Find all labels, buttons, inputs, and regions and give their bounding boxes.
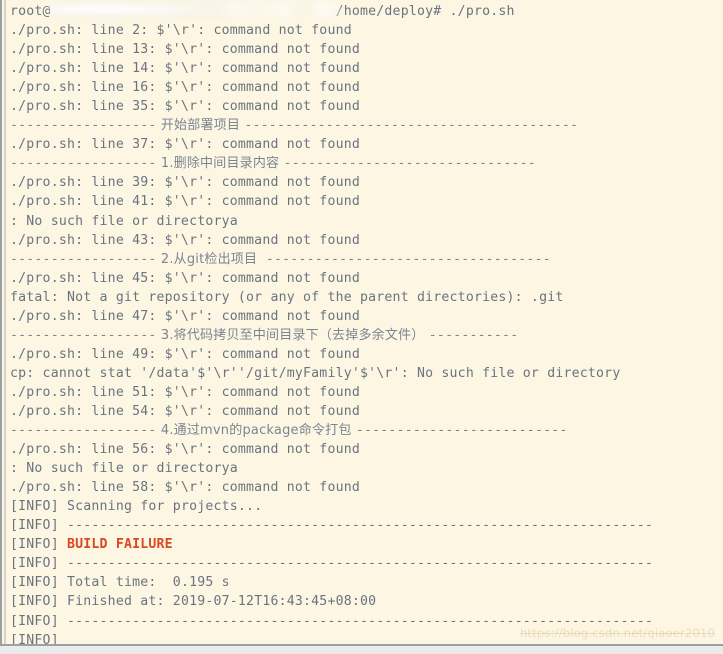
- maven-info-text: Total time: 0.195 s: [66, 575, 230, 591]
- shell-message-text: ./pro.sh: line 13: $'\r': command not fo…: [10, 42, 361, 58]
- separator-label: 2.从git检出项目: [156, 251, 266, 267]
- terminal-line-mvn-rule-1: [INFO] ---------------------------------…: [10, 516, 723, 535]
- terminal-window[interactable]: root@ /home/deploy# ./pro.sh ./pro.sh: li…: [0, 0, 723, 646]
- terminal-line-line-cp-fail: cp: cannot stat '/data'$'\r''/git/myFami…: [10, 364, 723, 383]
- terminal-line-mvn-status: [INFO] BUILD FAILURE: [10, 535, 723, 554]
- terminal-line-line-err-2: ./pro.sh: line 2: $'\r': command not fou…: [10, 21, 723, 40]
- terminal-line-mvn-tail: [INFO]: [10, 631, 723, 646]
- shell-message-text: ./pro.sh: line 37: $'\r': command not fo…: [10, 137, 361, 153]
- shell-message-text: ./pro.sh: line 43: $'\r': command not fo…: [10, 232, 361, 248]
- terminal-line-line-err-37: ./pro.sh: line 37: $'\r': command not fo…: [10, 135, 723, 154]
- maven-info-tag: [INFO]: [10, 499, 67, 515]
- terminal-line-line-err-49: ./pro.sh: line 49: $'\r': command not fo…: [10, 345, 723, 364]
- terminal-line-sep-deploy: ------------------ 开始部署项目 --------------…: [10, 116, 723, 135]
- terminal-line-line-git-fatal: fatal: Not a git repository (or any of t…: [10, 288, 723, 307]
- maven-info-text: ----------------------------------------…: [66, 613, 654, 629]
- separator-dashes-left: ------------------: [10, 251, 157, 267]
- maven-info-tag: [INFO]: [10, 518, 67, 534]
- terminal-line-mvn-finished-at: [INFO] Finished at: 2019-07-12T16:43:45+…: [10, 592, 723, 611]
- maven-info-tag: [INFO]: [10, 575, 67, 591]
- maven-info-tag: [INFO]: [10, 613, 67, 629]
- shell-message-text: : No such file or directorya: [10, 461, 238, 477]
- separator-dashes-right: -----------------------------------: [265, 251, 551, 267]
- shell-message-text: fatal: Not a git repository (or any of t…: [10, 289, 564, 305]
- terminal-line-line-err-35: ./pro.sh: line 35: $'\r': command not fo…: [10, 97, 723, 116]
- terminal-line-line-err-51: ./pro.sh: line 51: $'\r': command not fo…: [10, 383, 723, 402]
- terminal-line-line-err-41: ./pro.sh: line 41: $'\r': command not fo…: [10, 192, 723, 211]
- maven-info-tag: [INFO]: [10, 556, 67, 572]
- terminal-line-sep-step-2: ------------------ 2.从git检出项目 ----------…: [10, 250, 723, 269]
- shell-message-text: cp: cannot stat '/data'$'\r''/git/myFami…: [10, 365, 621, 381]
- separator-dashes-left: ------------------: [10, 423, 157, 439]
- terminal-line-line-nosuch-1: : No such file or directorya: [10, 212, 723, 231]
- terminal-line-sep-step-1: ------------------ 1.删除中间目录内容 ----------…: [10, 154, 723, 173]
- terminal-line-mvn-total-time: [INFO] Total time: 0.195 s: [10, 573, 723, 592]
- separator-label: 开始部署项目: [156, 118, 245, 134]
- terminal-line-line-prompt: root@ /home/deploy# ./pro.sh: [10, 2, 723, 21]
- build-status-text: BUILD FAILURE: [66, 537, 173, 553]
- separator-dashes-right: ----------------------------------------…: [244, 118, 579, 134]
- maven-info-tag: [INFO]: [10, 594, 67, 610]
- maven-info-text: Finished at: 2019-07-12T16:43:45+08:00: [66, 594, 377, 610]
- terminal-line-line-err-14: ./pro.sh: line 14: $'\r': command not fo…: [10, 59, 723, 78]
- separator-dashes-left: ------------------: [10, 118, 157, 134]
- shell-message-text: ./pro.sh: line 49: $'\r': command not fo…: [10, 346, 361, 362]
- terminal-line-line-err-47: ./pro.sh: line 47: $'\r': command not fo…: [10, 307, 723, 326]
- maven-info-text: Scanning for projects...: [66, 499, 263, 515]
- shell-message-text: ./pro.sh: line 2: $'\r': command not fou…: [10, 23, 352, 39]
- separator-label: 4.通过mvn的package命令打包: [156, 423, 356, 439]
- terminal-line-line-err-58: ./pro.sh: line 58: $'\r': command not fo…: [10, 478, 723, 497]
- shell-message-text: ./pro.sh: line 39: $'\r': command not fo…: [10, 175, 361, 191]
- terminal-line-mvn-rule-3: [INFO] ---------------------------------…: [10, 612, 723, 631]
- terminal-line-line-err-39: ./pro.sh: line 39: $'\r': command not fo…: [10, 173, 723, 192]
- terminal-line-line-nosuch-2: : No such file or directorya: [10, 459, 723, 478]
- shell-message-text: ./pro.sh: line 14: $'\r': command not fo…: [10, 61, 361, 77]
- shell-message-text: ./pro.sh: line 35: $'\r': command not fo…: [10, 99, 361, 115]
- terminal-line-line-err-56: ./pro.sh: line 56: $'\r': command not fo…: [10, 440, 723, 459]
- shell-message-text: ./pro.sh: line 45: $'\r': command not fo…: [10, 270, 361, 286]
- shell-message-text: ./pro.sh: line 47: $'\r': command not fo…: [10, 308, 361, 324]
- terminal-output[interactable]: root@ /home/deploy# ./pro.sh ./pro.sh: li…: [2, 0, 723, 646]
- maven-info-tag: [INFO]: [10, 537, 67, 553]
- separator-dashes-right: --------------------------: [355, 423, 568, 439]
- shell-message-text: ./pro.sh: line 41: $'\r': command not fo…: [10, 194, 361, 210]
- separator-label: 3.将代码拷贝至中间目录下（去掉多余文件）: [156, 327, 429, 343]
- terminal-line-line-err-54: ./pro.sh: line 54: $'\r': command not fo…: [10, 402, 723, 421]
- terminal-line-line-err-43: ./pro.sh: line 43: $'\r': command not fo…: [10, 231, 723, 250]
- terminal-line-line-err-13: ./pro.sh: line 13: $'\r': command not fo…: [10, 40, 723, 59]
- terminal-line-mvn-scanning: [INFO] Scanning for projects...: [10, 497, 723, 516]
- shell-message-text: ./pro.sh: line 54: $'\r': command not fo…: [10, 403, 361, 419]
- separator-dashes-left: ------------------: [10, 327, 157, 343]
- terminal-line-line-err-45: ./pro.sh: line 45: $'\r': command not fo…: [10, 269, 723, 288]
- terminal-line-mvn-rule-2: [INFO] ---------------------------------…: [10, 554, 723, 573]
- separator-dashes-right: -----------: [428, 327, 519, 343]
- separator-dashes-left: ------------------: [10, 156, 157, 172]
- maven-info-text: ----------------------------------------…: [66, 518, 654, 534]
- shell-message-text: ./pro.sh: line 16: $'\r': command not fo…: [10, 80, 361, 96]
- shell-message-text: ./pro.sh: line 58: $'\r': command not fo…: [10, 480, 361, 496]
- separator-label: 1.删除中间目录内容: [156, 156, 284, 172]
- separator-dashes-right: -------------------------------: [283, 156, 536, 172]
- maven-info-text: ----------------------------------------…: [66, 556, 654, 572]
- shell-message-text: ./pro.sh: line 51: $'\r': command not fo…: [10, 384, 361, 400]
- shell-prompt-line: root@ /home/deploy# ./pro.sh: [10, 4, 515, 19]
- maven-info-tag: [INFO]: [10, 632, 67, 646]
- shell-message-text: : No such file or directorya: [10, 213, 238, 229]
- terminal-line-line-err-16: ./pro.sh: line 16: $'\r': command not fo…: [10, 78, 723, 97]
- terminal-line-sep-step-3: ------------------ 3.将代码拷贝至中间目录下（去掉多余文件）…: [10, 326, 723, 345]
- terminal-line-sep-step-4: ------------------ 4.通过mvn的package命令打包 -…: [10, 421, 723, 440]
- shell-message-text: ./pro.sh: line 56: $'\r': command not fo…: [10, 442, 361, 458]
